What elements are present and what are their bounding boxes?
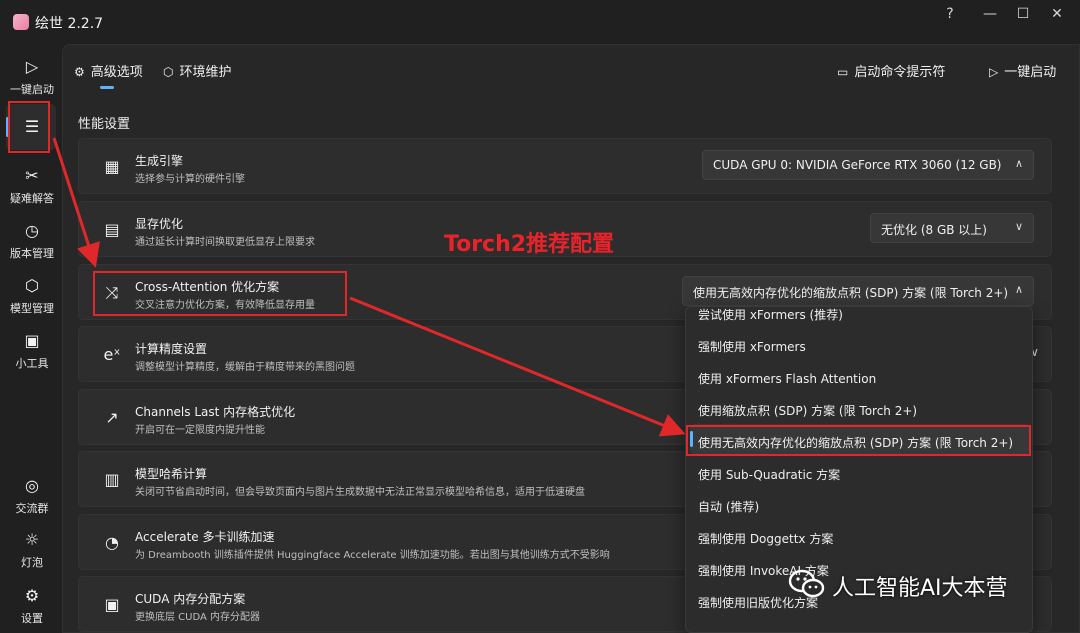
setting-title: 计算精度设置 — [135, 342, 208, 356]
rail-item-community[interactable]: ◎ 交流群 — [7, 476, 57, 516]
rail-item-label: 模型管理 — [10, 302, 54, 315]
setting-title: 显存优化 — [135, 217, 184, 231]
dropdown-option[interactable]: 使用 xFormers Flash Attention — [698, 370, 876, 387]
box-icon: ⬡ — [163, 65, 174, 79]
launch-button[interactable]: ▷ 一键启动 — [989, 61, 1056, 80]
rail-item-label: 小工具 — [15, 357, 49, 370]
chevron-up-icon: ∧ — [1014, 157, 1023, 170]
minimize-button[interactable]: — — [980, 6, 1000, 24]
annotation-box-setting — [93, 271, 347, 316]
select-value: 使用无高效内存优化的缩放点积 (SDP) 方案 (限 Torch 2+) — [693, 286, 1009, 300]
vram-select[interactable]: 无优化 (8 GB 以上) ∨ — [870, 213, 1034, 243]
gear-icon: ⚙ — [24, 586, 40, 605]
tab-advanced[interactable]: ⚙ 高级选项 — [74, 61, 143, 80]
tab-environment[interactable]: ⬡ 环境维护 — [163, 61, 232, 80]
setting-description: 开启可在一定限度内提升性能 — [135, 425, 265, 436]
rail-item-tools[interactable]: ▣ 小工具 — [7, 331, 57, 371]
tab-label: 高级选项 — [90, 65, 143, 80]
setting-description: 为 Dreambooth 训练插件提供 Huggingface Accelera… — [135, 550, 610, 561]
console-button[interactable]: ▭ 启动命令提示符 — [837, 61, 945, 80]
cube-icon: ⬡ — [25, 276, 39, 295]
close-button[interactable]: ✕ — [1047, 6, 1067, 24]
app-logo-icon — [13, 14, 29, 30]
terminal-icon: ▭ — [837, 65, 849, 79]
button-label: 启动命令提示符 — [854, 65, 946, 80]
rail-item-label: 设置 — [21, 612, 43, 625]
section-title: 性能设置 — [78, 117, 131, 132]
setting-title: Accelerate 多卡训练加速 — [135, 530, 275, 544]
select-value: 无优化 (8 GB 以上) — [881, 223, 987, 237]
toolbox-icon: ▣ — [24, 331, 40, 350]
rail-item-label: 交流群 — [15, 502, 49, 515]
rail-item-bulb[interactable]: ☼ 灯泡 — [7, 530, 57, 570]
setting-description: 调整模型计算精度，缓解由于精度带来的黑图问题 — [135, 362, 355, 373]
gpu-icon: ▦ — [104, 157, 120, 176]
chat-icon: ◎ — [25, 476, 39, 495]
select-value: CUDA GPU 0: NVIDIA GeForce RTX 3060 (12 … — [713, 158, 1002, 172]
rail-item-label: 版本管理 — [10, 247, 54, 260]
dropdown-option[interactable]: 使用 Sub-Quadratic 方案 — [698, 466, 840, 483]
bulb-icon: ☼ — [24, 530, 40, 549]
rail-item-label: 疑难解答 — [10, 192, 54, 205]
rail-item-models[interactable]: ⬡ 模型管理 — [7, 276, 57, 316]
exponent-icon: eˣ — [103, 345, 121, 364]
setting-description: 关闭可节省启动时间，但会导致页面内与图片生成数据中无法正常显示模型哈希信息，适用… — [135, 487, 585, 498]
dropdown-option[interactable]: 使用缩放点积 (SDP) 方案 (限 Torch 2+) — [698, 402, 917, 419]
annotation-box-rail — [8, 101, 50, 153]
rail-item-settings[interactable]: ⚙ 设置 — [7, 586, 57, 626]
play-icon: ▷ — [25, 57, 39, 76]
chip-icon: ▣ — [104, 595, 120, 614]
maximize-button[interactable]: ☐ — [1013, 6, 1033, 24]
title-bar: 绘世 2.2.7 ? — ☐ ✕ — [0, 0, 1080, 42]
dropdown-option[interactable]: 强制使用 xFormers — [698, 338, 806, 355]
rail-item-versions[interactable]: ◷ 版本管理 — [7, 221, 57, 261]
setting-card-engine: ▦ 生成引擎 选择参与计算的硬件引擎 CUDA GPU 0: NVIDIA Ge… — [78, 138, 1052, 194]
history-icon: ◷ — [25, 221, 39, 240]
setting-description: 更换底层 CUDA 内存分配器 — [135, 612, 261, 623]
rail-item-label: 一键启动 — [10, 83, 54, 96]
gear-icon: ⚙ — [74, 65, 85, 79]
setting-title: CUDA 内存分配方案 — [135, 592, 246, 606]
play-icon: ▷ — [989, 65, 999, 79]
tab-active-indicator — [100, 86, 114, 89]
rail-item-troubleshoot[interactable]: ✂ 疑难解答 — [7, 166, 57, 206]
dropdown-option[interactable]: 强制使用 Doggettx 方案 — [698, 530, 833, 547]
engine-select[interactable]: CUDA GPU 0: NVIDIA GeForce RTX 3060 (12 … — [702, 150, 1034, 180]
watermark-text: 人工智能AI大本营 — [832, 576, 1008, 601]
help-button[interactable]: ? — [940, 6, 960, 24]
chevron-up-icon: ∧ — [1014, 283, 1023, 296]
dropdown-option[interactable]: 自动 (推荐) — [698, 498, 759, 515]
app-title: 绘世 2.2.7 — [35, 16, 104, 32]
cross-attention-select[interactable]: 使用无高效内存优化的缩放点积 (SDP) 方案 (限 Torch 2+) ∧ — [682, 276, 1034, 306]
annotation-box-option — [686, 425, 1031, 456]
dropdown-option[interactable]: 尝试使用 xFormers (推荐) — [698, 307, 843, 323]
gauge-icon: ◔ — [105, 533, 119, 552]
rail-item-launch[interactable]: ▷ 一键启动 — [7, 57, 57, 97]
chevron-down-icon: ∨ — [1014, 220, 1023, 233]
tab-label: 环境维护 — [179, 65, 232, 80]
trend-icon: ↗ — [105, 408, 119, 427]
setting-description: 选择参与计算的硬件引擎 — [135, 174, 245, 185]
watermark: 人工智能AI大本营 — [788, 566, 1074, 606]
memory-icon: ▤ — [104, 220, 120, 239]
rail-item-label: 灯泡 — [21, 556, 43, 569]
annotation-text: Torch2推荐配置 — [444, 232, 615, 257]
setting-description: 通过延长计算时间换取更低显存上限要求 — [135, 237, 315, 248]
tools-icon: ✂ — [25, 166, 39, 185]
wechat-logo-icon — [788, 569, 825, 598]
hash-icon: ▥ — [104, 470, 120, 489]
button-label: 一键启动 — [1004, 65, 1057, 80]
setting-title: 生成引擎 — [135, 154, 184, 168]
setting-title: 模型哈希计算 — [135, 467, 208, 481]
setting-title: Channels Last 内存格式优化 — [135, 405, 296, 419]
